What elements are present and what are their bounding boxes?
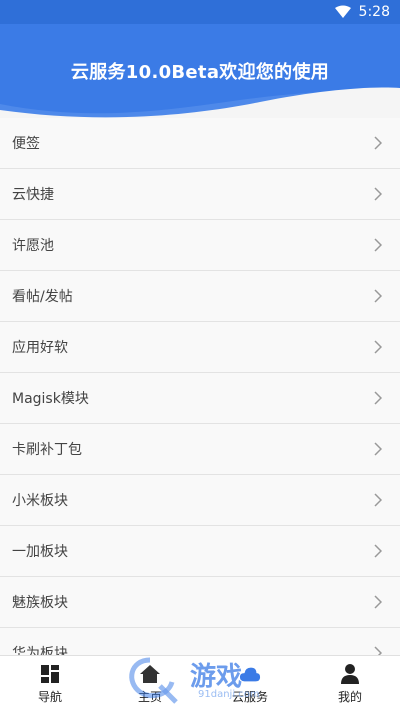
grid-icon	[39, 663, 61, 685]
list-item-label: 华为板块	[12, 646, 68, 655]
service-list: 便签 云快捷 许愿池 看帖/发帖 应用好软 Magisk模块 卡刷补丁包 小米板…	[0, 118, 400, 655]
nav-item-cloud-service[interactable]: 云服务	[200, 656, 300, 712]
chevron-right-icon	[374, 238, 386, 252]
list-item-label: 魅族板块	[12, 595, 68, 611]
list-item-label: 应用好软	[12, 340, 68, 356]
list-item-notes[interactable]: 便签	[0, 118, 400, 169]
chevron-right-icon	[374, 442, 386, 456]
list-item-meizu[interactable]: 魅族板块	[0, 577, 400, 628]
chevron-right-icon	[374, 544, 386, 558]
status-bar: 5:28	[0, 0, 400, 24]
chevron-right-icon	[374, 136, 386, 150]
list-item-label: 看帖/发帖	[12, 289, 73, 305]
wifi-icon	[334, 5, 351, 19]
chevron-right-icon	[374, 289, 386, 303]
nav-label: 云服务	[231, 690, 268, 704]
list-item-label: 云快捷	[12, 187, 54, 203]
list-item-patch-packages[interactable]: 卡刷补丁包	[0, 424, 400, 475]
list-item-label: Magisk模块	[12, 391, 89, 407]
user-icon	[339, 663, 361, 685]
list-item-good-apps[interactable]: 应用好软	[0, 322, 400, 373]
list-item-cloud-shortcut[interactable]: 云快捷	[0, 169, 400, 220]
chevron-right-icon	[374, 340, 386, 354]
chevron-right-icon	[374, 646, 386, 655]
chevron-right-icon	[374, 187, 386, 201]
list-item-label: 许愿池	[12, 238, 54, 254]
status-time: 5:28	[358, 4, 390, 20]
list-item-magisk[interactable]: Magisk模块	[0, 373, 400, 424]
cloud-icon	[239, 663, 261, 685]
list-item-label: 小米板块	[12, 493, 68, 509]
list-item-label: 便签	[12, 136, 40, 152]
nav-label: 导航	[37, 690, 62, 704]
nav-label: 主页	[137, 690, 162, 704]
list-item-huawei[interactable]: 华为板块	[0, 628, 400, 655]
bottom-nav: 导航 主页 云服务 我的	[0, 655, 400, 712]
list-item-label: 一加板块	[12, 544, 68, 560]
header: 云服务10.0Beta欢迎您的使用	[0, 24, 400, 120]
nav-label: 我的	[337, 690, 362, 704]
home-icon	[139, 663, 161, 685]
nav-item-mine[interactable]: 我的	[300, 656, 400, 712]
list-item-posts[interactable]: 看帖/发帖	[0, 271, 400, 322]
chevron-right-icon	[374, 391, 386, 405]
chevron-right-icon	[374, 493, 386, 507]
list-item-oneplus[interactable]: 一加板块	[0, 526, 400, 577]
list-item-wishing-pool[interactable]: 许愿池	[0, 220, 400, 271]
nav-item-navigation[interactable]: 导航	[0, 656, 100, 712]
nav-item-home[interactable]: 主页	[100, 656, 200, 712]
header-wave	[0, 87, 400, 120]
chevron-right-icon	[374, 595, 386, 609]
list-item-label: 卡刷补丁包	[12, 442, 82, 458]
list-item-xiaomi[interactable]: 小米板块	[0, 475, 400, 526]
